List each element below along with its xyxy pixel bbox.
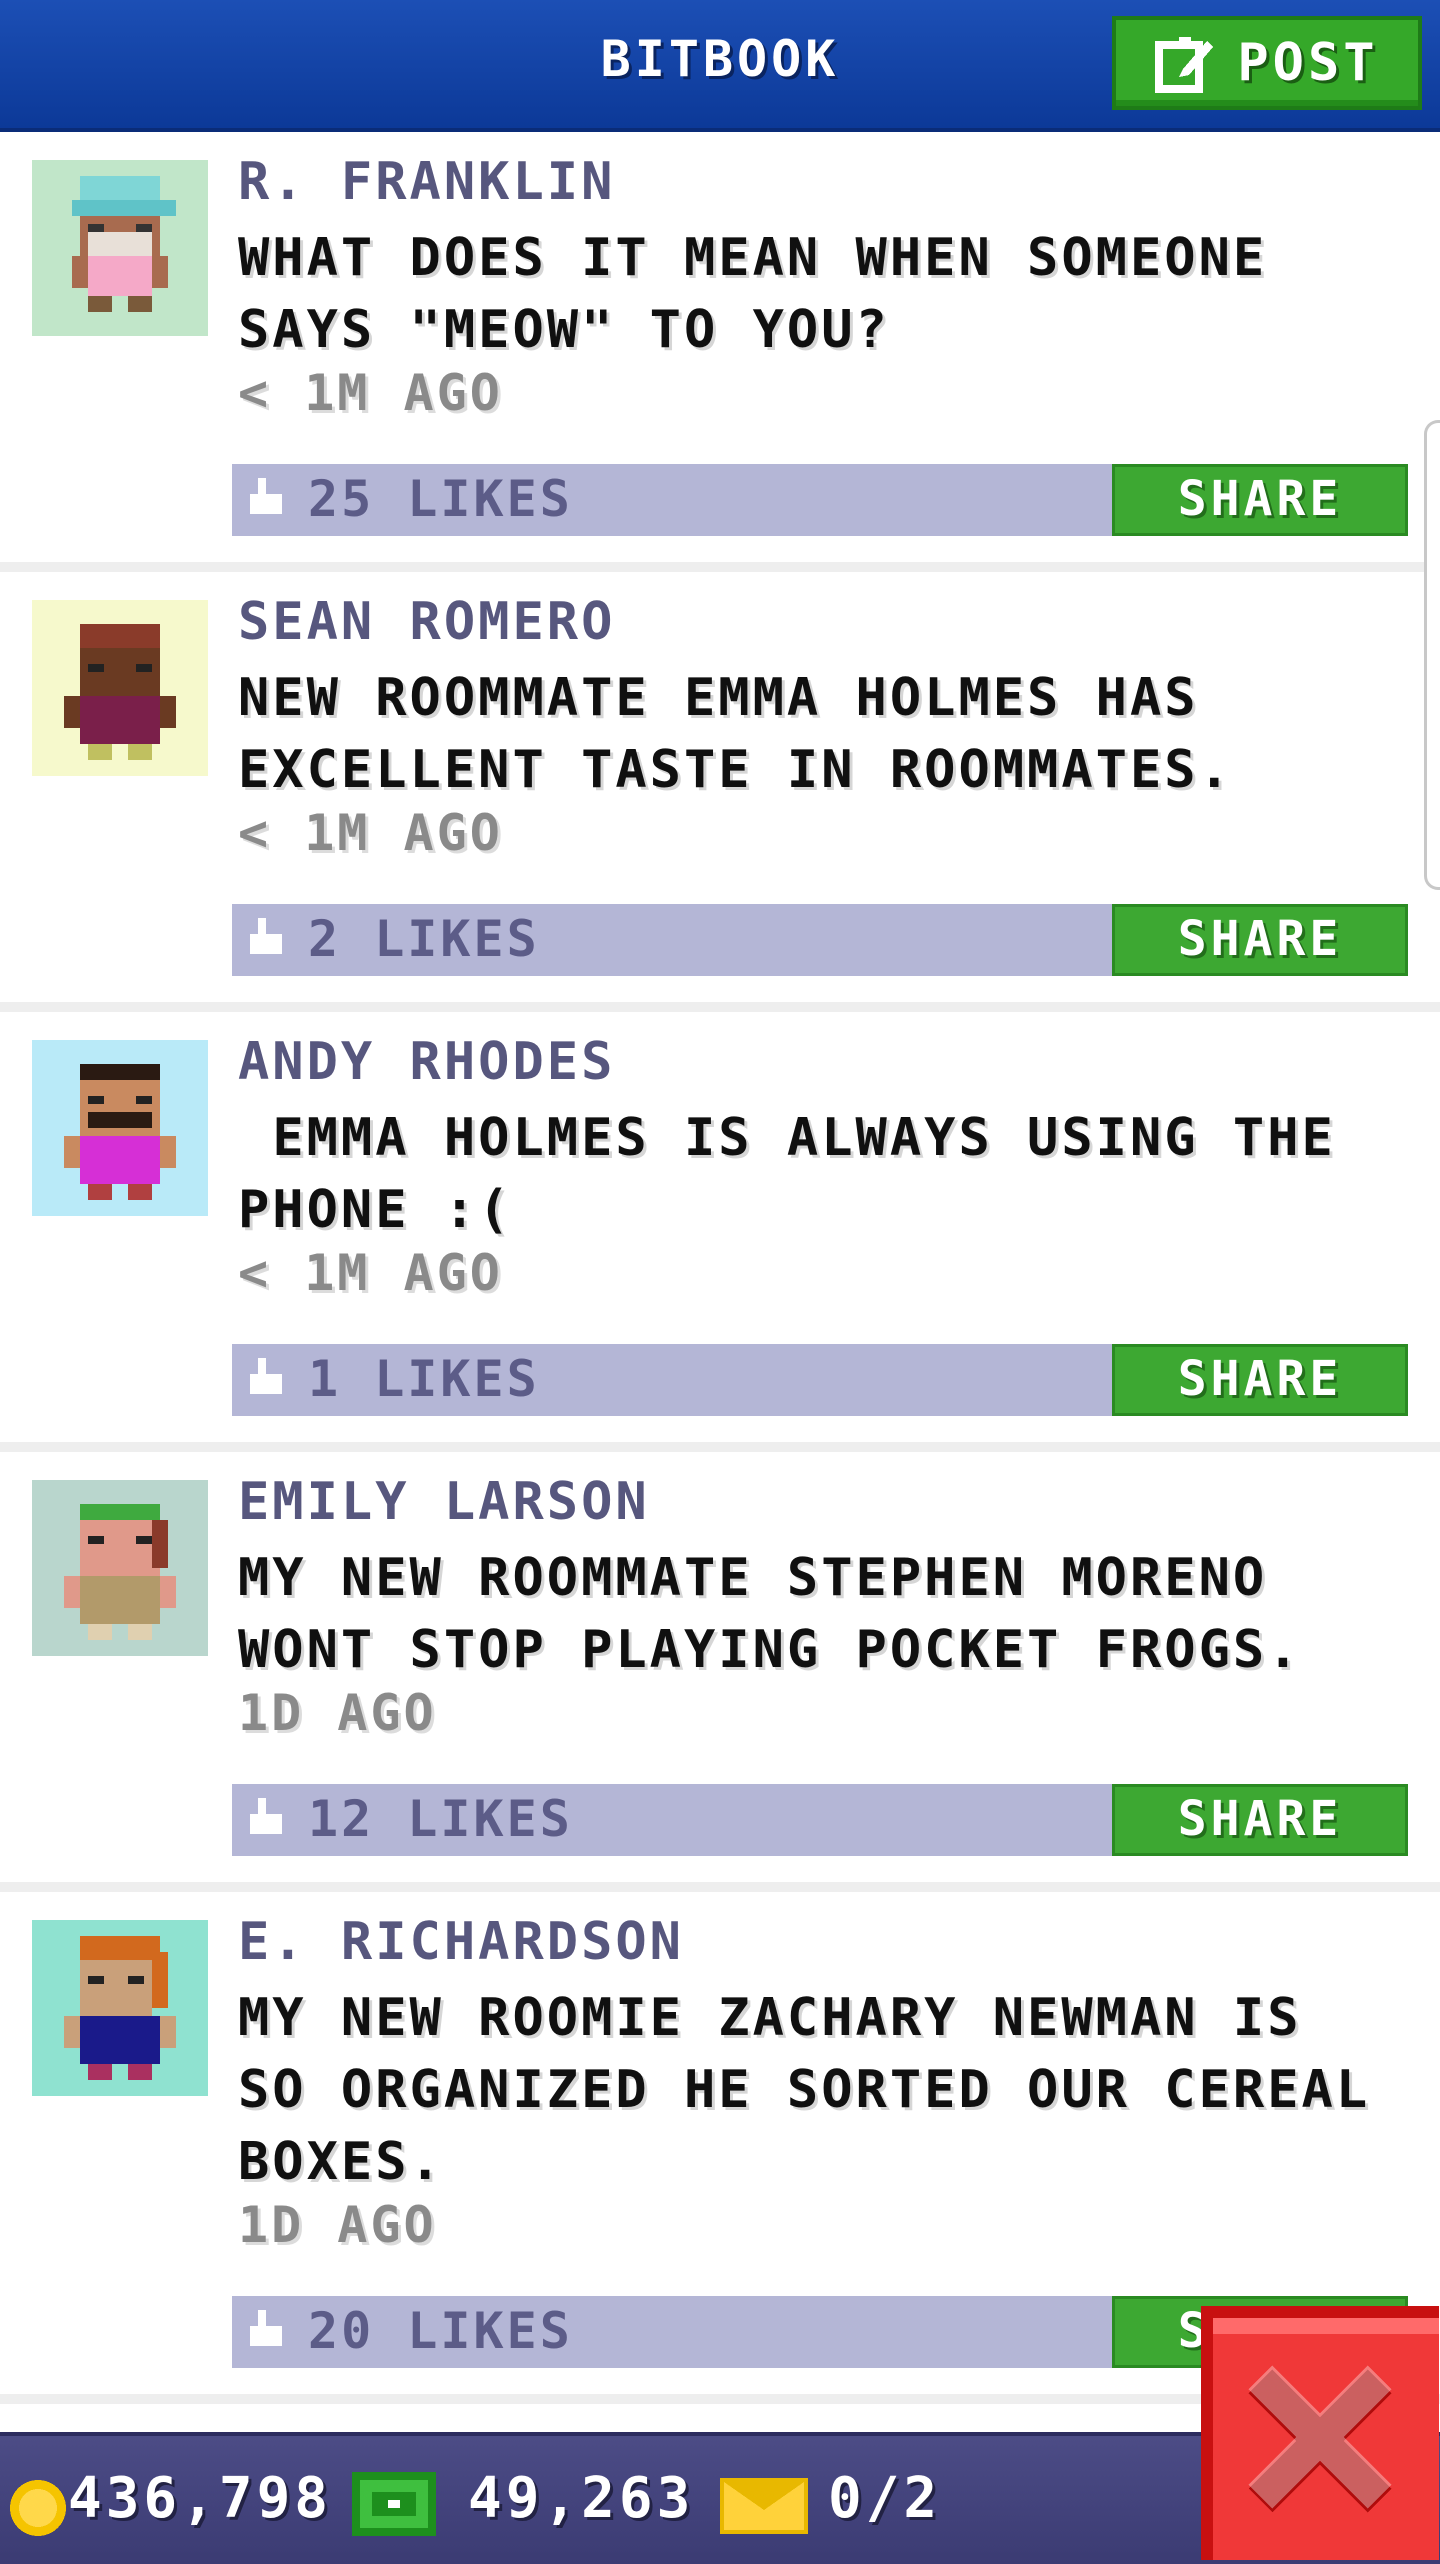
like-icon[interactable] <box>246 2310 286 2350</box>
scrollbar-handle[interactable] <box>1424 420 1440 890</box>
feed-post: SEAN ROMERO NEW ROOMMATE EMMA HOLMES HAS… <box>0 572 1440 1012</box>
mail-icon[interactable] <box>720 2478 808 2534</box>
avatar[interactable] <box>32 1480 208 1656</box>
post-text: MY NEW ROOMIE ZACHARY NEWMAN IS SO ORGAN… <box>238 1988 1371 2192</box>
share-button[interactable]: SHARE <box>1112 464 1408 536</box>
post-text: MY NEW ROOMMATE STEPHEN MORENO WONT STOP… <box>238 1548 1302 1680</box>
post-time: 1D AGO <box>238 2196 437 2254</box>
like-count: 25 LIKES <box>308 470 573 528</box>
like-bar: 12 LIKES SHARE <box>232 1784 1408 1856</box>
like-bar: 2 LIKES SHARE <box>232 904 1408 976</box>
avatar[interactable] <box>32 160 208 336</box>
post-time: < 1M AGO <box>238 364 503 422</box>
post-author: ANDY RHODES <box>238 1032 616 1092</box>
like-icon[interactable] <box>246 1358 286 1398</box>
avatar[interactable] <box>32 600 208 776</box>
top-bar: BITBOOK POST <box>0 0 1440 132</box>
avatar[interactable] <box>32 1920 208 2096</box>
like-count: 20 LIKES <box>308 2302 573 2360</box>
like-icon[interactable] <box>246 918 286 958</box>
share-button[interactable]: SHARE <box>1112 1784 1408 1856</box>
close-button[interactable] <box>1200 2306 1440 2560</box>
like-count: 12 LIKES <box>308 1790 573 1848</box>
post-author: R. FRANKLIN <box>238 152 616 212</box>
compose-icon <box>1155 37 1214 93</box>
post-time: < 1M AGO <box>238 1244 503 1302</box>
post-text: EMMA HOLMES IS ALWAYS USING THE PHONE :( <box>238 1108 1336 1240</box>
post-time: 1D AGO <box>238 1684 437 1742</box>
mail-count: 0/2 <box>828 2466 942 2531</box>
avatar[interactable] <box>32 1040 208 1216</box>
like-bar: 1 LIKES SHARE <box>232 1344 1408 1416</box>
post-author: EMILY LARSON <box>238 1472 650 1532</box>
post-time: < 1M AGO <box>238 804 503 862</box>
bux-count: 49,263 <box>468 2466 695 2531</box>
feed-post: EMILY LARSON MY NEW ROOMMATE STEPHEN MOR… <box>0 1452 1440 1892</box>
like-bar: 25 LIKES SHARE <box>232 464 1408 536</box>
like-icon[interactable] <box>246 478 286 518</box>
share-button[interactable]: SHARE <box>1112 1344 1408 1416</box>
bux-icon[interactable] <box>352 2472 436 2536</box>
post-button[interactable]: POST <box>1112 16 1422 110</box>
share-button[interactable]: SHARE <box>1112 904 1408 976</box>
like-count: 1 LIKES <box>308 1350 540 1408</box>
news-feed[interactable]: R. FRANKLIN WHAT DOES IT MEAN WHEN SOMEO… <box>0 132 1440 2404</box>
coin-count: 436,798 <box>68 2466 333 2531</box>
like-icon[interactable] <box>246 1798 286 1838</box>
feed-post: ANDY RHODES EMMA HOLMES IS ALWAYS USING … <box>0 1012 1440 1452</box>
coin-icon <box>10 2480 66 2536</box>
post-button-label: POST <box>1237 33 1379 93</box>
post-text: WHAT DOES IT MEAN WHEN SOMEONE SAYS "MEO… <box>238 228 1268 360</box>
post-author: E. RICHARDSON <box>238 1912 684 1972</box>
like-count: 2 LIKES <box>308 910 540 968</box>
post-author: SEAN ROMERO <box>238 592 616 652</box>
feed-post: R. FRANKLIN WHAT DOES IT MEAN WHEN SOMEO… <box>0 132 1440 572</box>
post-text: NEW ROOMMATE EMMA HOLMES HAS EXCELLENT T… <box>238 668 1233 800</box>
